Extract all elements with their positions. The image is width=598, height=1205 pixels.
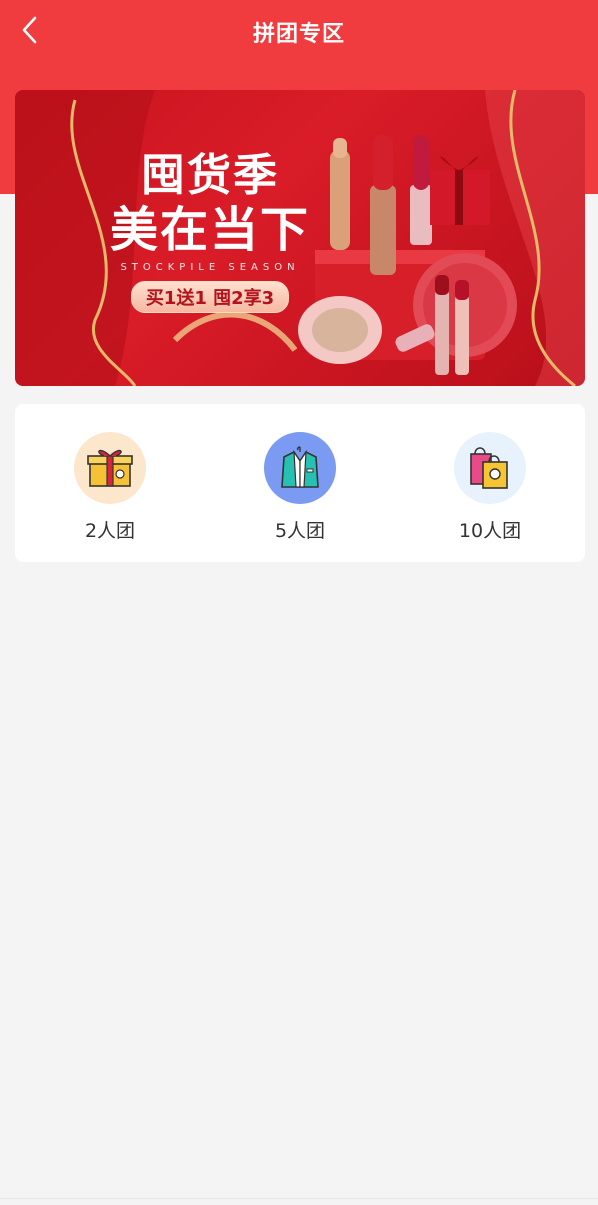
group-option-10[interactable]: 10人团 [430,432,550,548]
group-option-5[interactable]: 5人团 [240,432,360,548]
suit-jacket-icon [281,446,319,488]
group-label: 5人团 [274,520,326,542]
banner-text-block: 囤货季 美在当下 STOCKPILE SEASON 买1送1 囤2享3 [110,150,310,313]
gift-box-icon [87,449,133,487]
bottom-divider [0,1198,598,1199]
group-label: 2人团 [84,520,136,542]
group-buy-options: 2人团 5人团 10人团 [15,404,585,562]
banner-title-line2: 美在当下 [110,202,311,258]
group-icon-circle [264,432,336,504]
group-icon-circle [454,432,526,504]
group-icon-circle [74,432,146,504]
page-title: 拼团专区 [252,22,345,47]
shopping-bags-icon [470,447,508,489]
group-label: 10人团 [458,520,522,542]
banner-subtitle: STOCKPILE SEASON [120,262,300,273]
group-option-2[interactable]: 2人团 [50,432,170,548]
banner-promo-badge: 买1送1 囤2享3 [130,281,290,313]
promo-banner[interactable]: 囤货季 美在当下 STOCKPILE SEASON 买1送1 囤2享3 [15,90,585,386]
banner-title-line1: 囤货季 [141,150,279,201]
